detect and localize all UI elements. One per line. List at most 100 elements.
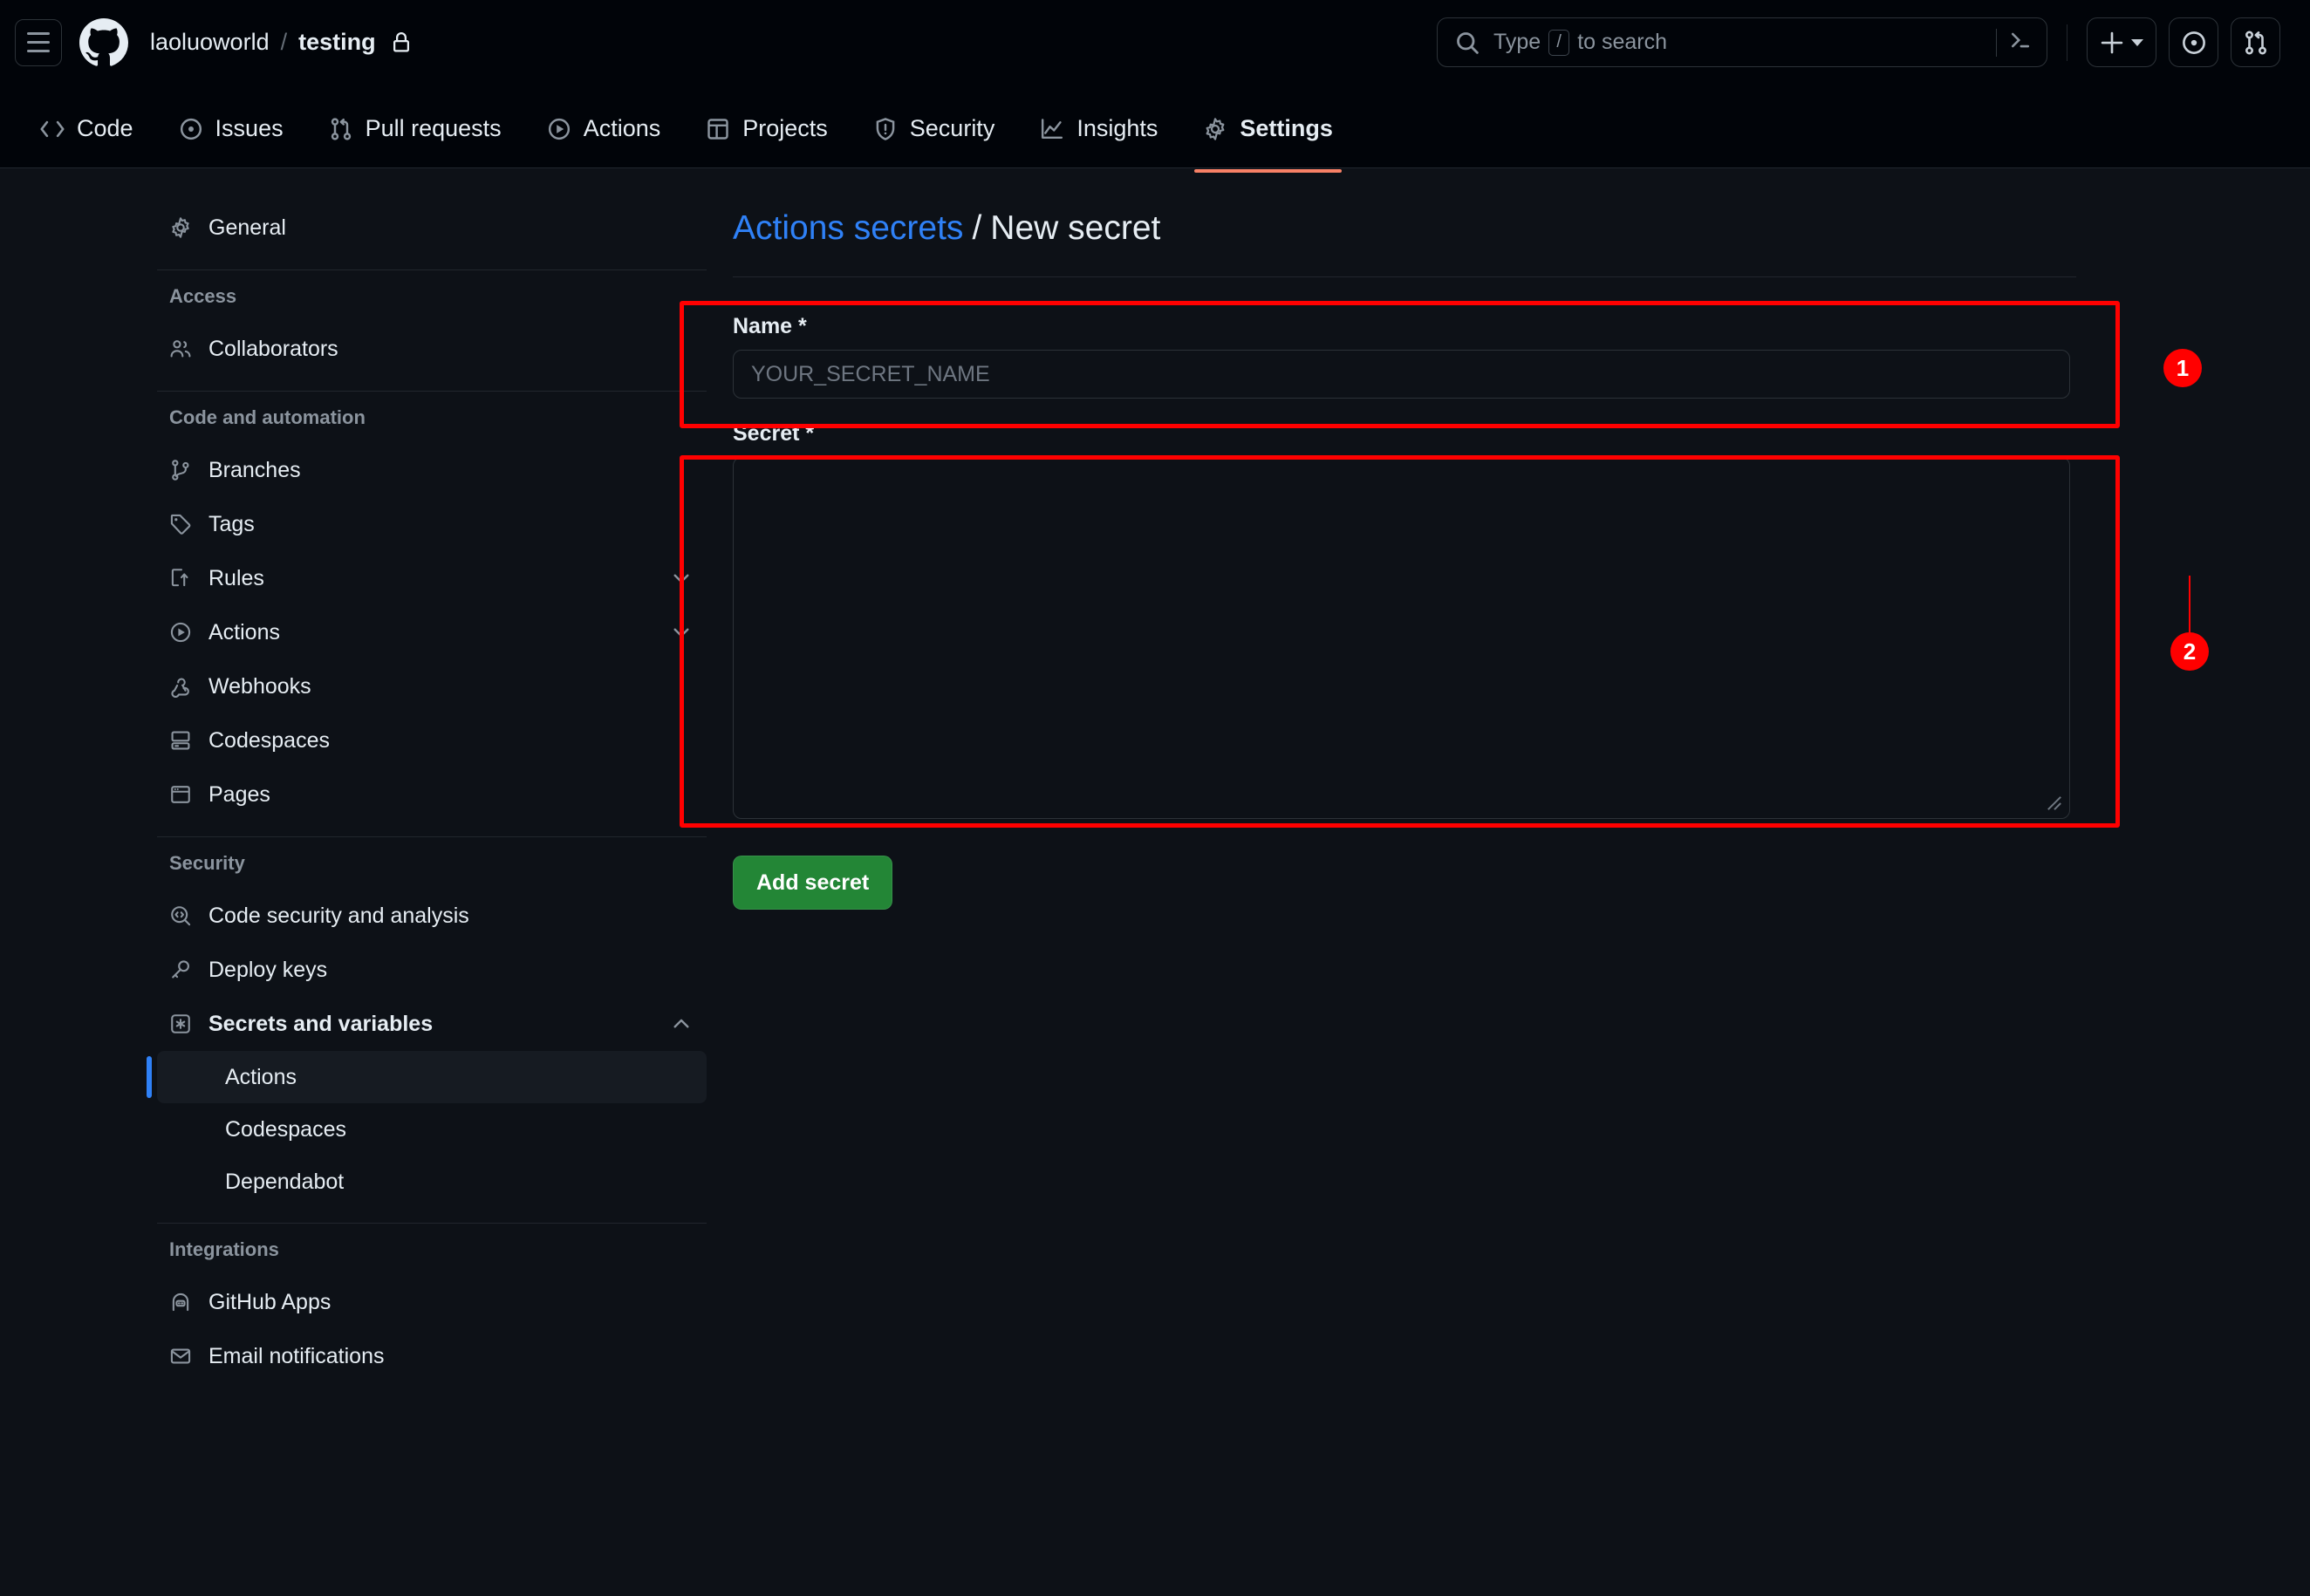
people-icon: [169, 338, 193, 360]
key-icon: [169, 958, 193, 981]
sidebar-subitem-label: Actions: [225, 1064, 297, 1089]
tab-settings[interactable]: Settings: [1189, 95, 1347, 173]
sidebar-item-label: Code security and analysis: [208, 903, 469, 928]
secret-field-group: Secret *: [733, 421, 2076, 819]
table-icon: [706, 117, 730, 141]
plus-icon: [2101, 31, 2123, 53]
sidebar-group-title-access: Access: [169, 285, 237, 307]
sidebar-item-branches[interactable]: Branches: [157, 443, 707, 497]
sidebar-item-actions[interactable]: Actions: [157, 605, 707, 659]
tab-insights[interactable]: Insights: [1026, 95, 1172, 162]
hamburger-icon-bar: [27, 50, 50, 52]
create-new-button[interactable]: [2087, 17, 2156, 67]
tab-label: Pull requests: [365, 115, 502, 141]
codescan-icon: [169, 904, 193, 927]
browser-icon: [169, 783, 193, 806]
pull-requests-button[interactable]: [2231, 17, 2280, 67]
issues-button[interactable]: [2169, 17, 2218, 67]
sidebar-subitem-dependabot[interactable]: Dependabot: [157, 1156, 707, 1208]
search-slash-key: /: [1548, 29, 1570, 56]
title-divider: [733, 276, 2076, 277]
breadcrumb-owner[interactable]: laoluoworld: [150, 29, 270, 56]
tab-issues[interactable]: Issues: [165, 95, 297, 162]
gear-icon: [1203, 117, 1227, 141]
sidebar-item-deploy-keys[interactable]: Deploy keys: [157, 943, 707, 997]
codespaces-icon: [169, 729, 193, 752]
sidebar-item-collaborators[interactable]: Collaborators: [157, 322, 707, 376]
sidebar-item-codespaces[interactable]: Codespaces: [157, 713, 707, 767]
sidebar-item-label: Email notifications: [208, 1343, 385, 1368]
add-secret-button[interactable]: Add secret: [733, 856, 893, 910]
tab-code[interactable]: Code: [26, 95, 147, 162]
tab-label: Insights: [1076, 115, 1158, 141]
breadcrumb-repo[interactable]: testing: [298, 29, 376, 56]
github-logo-icon[interactable]: [79, 17, 128, 67]
mail-icon: [169, 1345, 193, 1368]
name-field-label: Name *: [733, 314, 807, 338]
name-field-group: Name *: [733, 314, 2076, 399]
sidebar-item-label: Webhooks: [208, 673, 311, 699]
global-header: laoluoworld / testing Type / to search: [0, 0, 2310, 85]
sidebar-item-webhooks[interactable]: Webhooks: [157, 659, 707, 713]
sidebar-subitem-codespaces[interactable]: Codespaces: [157, 1103, 707, 1156]
sidebar-item-label: Collaborators: [208, 336, 338, 361]
secret-name-input[interactable]: [733, 350, 2070, 399]
sidebar-item-label: Codespaces: [208, 727, 330, 753]
tag-icon: [169, 513, 193, 535]
breadcrumb-separator: /: [280, 29, 288, 55]
sidebar-group-title-code-automation: Code and automation: [169, 406, 366, 428]
annotation-badge-1: 1: [2163, 349, 2202, 387]
sidebar-item-pages[interactable]: Pages: [157, 767, 707, 822]
sidebar-item-label: Deploy keys: [208, 957, 328, 982]
tab-security[interactable]: Security: [859, 95, 1009, 162]
tab-pull-requests[interactable]: Pull requests: [315, 95, 516, 162]
sidebar-subitem-actions[interactable]: Actions: [147, 1051, 707, 1103]
hamburger-menu-button[interactable]: [15, 18, 62, 66]
sidebar-item-label: Secrets and variables: [208, 1011, 434, 1036]
sidebar-item-label: Tags: [208, 511, 255, 536]
tab-label: Projects: [742, 115, 828, 141]
sidebar-subitem-label: Dependabot: [225, 1169, 345, 1194]
apps-icon: [169, 1291, 193, 1313]
tab-label: Settings: [1240, 115, 1333, 141]
graph-icon: [1040, 117, 1064, 141]
tab-projects[interactable]: Projects: [692, 95, 842, 162]
issue-opened-icon: [2182, 31, 2205, 54]
tab-actions[interactable]: Actions: [533, 95, 675, 162]
search-placeholder-after: to search: [1577, 30, 1668, 54]
tab-label: Issues: [215, 115, 284, 141]
code-icon: [40, 117, 65, 141]
sidebar-divider: [157, 1223, 707, 1224]
search-input[interactable]: Type / to search: [1437, 17, 2047, 67]
sidebar-item-github-apps[interactable]: GitHub Apps: [157, 1275, 707, 1329]
breadcrumb-separator: /: [972, 209, 982, 247]
secret-value-textarea[interactable]: [733, 457, 2070, 819]
sidebar-item-secrets-and-variables[interactable]: Secrets and variables: [157, 997, 707, 1051]
secret-field-label: Secret *: [733, 421, 815, 446]
repository-nav: Code Issues Pull requests Actions Projec…: [0, 85, 2310, 173]
search-icon: [1455, 31, 1480, 55]
chevron-down-icon[interactable]: [670, 567, 693, 590]
tab-label: Actions: [583, 115, 661, 141]
sidebar-item-rules[interactable]: Rules: [157, 551, 707, 605]
sidebar-divider: [157, 836, 707, 837]
sidebar-item-label: Rules: [208, 565, 264, 590]
sidebar-item-general[interactable]: General: [157, 201, 707, 255]
sidebar-item-email-notifications[interactable]: Email notifications: [157, 1329, 707, 1383]
sidebar-item-label: Actions: [208, 619, 280, 645]
sidebar-item-tags[interactable]: Tags: [157, 497, 707, 551]
sidebar-item-code-security-and-analysis[interactable]: Code security and analysis: [157, 889, 707, 943]
secret-textarea-wrapper: [733, 457, 2070, 819]
lock-icon: [391, 31, 412, 53]
sidebar-item-label: General: [208, 215, 286, 240]
breadcrumb-actions-secrets-link[interactable]: Actions secrets: [733, 209, 963, 248]
main-content: Actions secrets / New secret Name * Secr…: [733, 209, 2076, 910]
page-title: Actions secrets / New secret: [733, 209, 2076, 248]
sidebar-divider: [157, 269, 707, 270]
search-placeholder-before: Type: [1493, 30, 1541, 54]
breadcrumb-current: New secret: [990, 209, 1161, 247]
git-pull-request-icon: [2245, 31, 2266, 55]
chevron-down-icon[interactable]: [670, 621, 693, 644]
chevron-up-icon[interactable]: [670, 1013, 693, 1035]
command-palette-icon[interactable]: [2008, 28, 2033, 57]
